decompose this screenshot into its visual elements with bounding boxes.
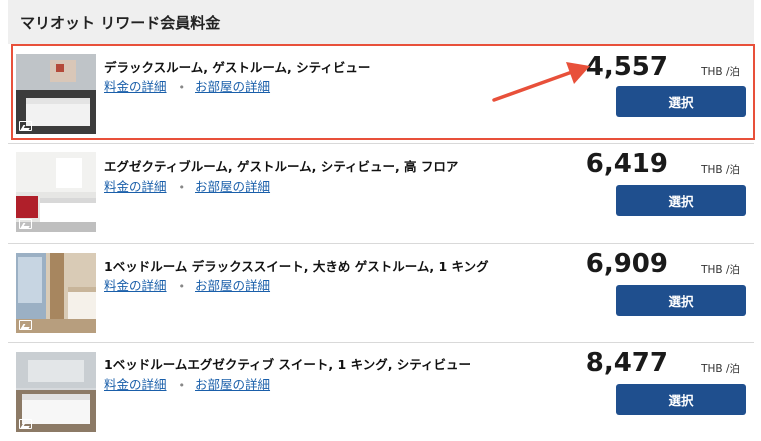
rates-panel: マリオット リワード会員料金 デラックスルーム, ゲストルーム, シティビュー … [8, 0, 755, 441]
gallery-icon[interactable] [19, 219, 32, 229]
gallery-icon[interactable] [19, 121, 32, 131]
room-details-link[interactable]: お部屋の詳細 [195, 377, 270, 392]
room-name: デラックスルーム, ゲストルーム, シティビュー [104, 60, 371, 75]
room-photo[interactable] [16, 54, 96, 134]
gallery-icon[interactable] [19, 419, 32, 429]
room-photo[interactable] [16, 253, 96, 333]
rate-details-link[interactable]: 料金の詳細 [104, 278, 167, 293]
select-button[interactable]: 選択 [616, 384, 746, 415]
room-row: デラックスルーム, ゲストルーム, シティビュー 料金の詳細 • お部屋の詳細 4,… [8, 44, 754, 142]
room-name: 1ベッドルームエグゼクティブ スイート, 1 キング, シティビュー [104, 357, 472, 372]
rates-header: マリオット リワード会員料金 [8, 0, 754, 45]
separator-dot: • [178, 181, 186, 194]
price-unit: THB /泊 [701, 363, 740, 375]
price: 8,477 [585, 348, 668, 378]
room-row: エグゼクティブルーム, ゲストルーム, シティビュー, 高 フロア 料金の詳細 •… [8, 143, 754, 242]
room-row: 1ベッドルームエグゼクティブ スイート, 1 キング, シティビュー 料金の詳細… [8, 342, 754, 441]
room-links: 料金の詳細 • お部屋の詳細 [104, 374, 270, 393]
room-links: 料金の詳細 • お部屋の詳細 [104, 176, 270, 195]
price: 6,909 [585, 249, 668, 279]
separator-dot: • [178, 81, 186, 94]
section-title: マリオット リワード会員料金 [20, 14, 221, 32]
price: 6,419 [585, 149, 668, 179]
separator-dot: • [178, 379, 186, 392]
room-name: エグゼクティブルーム, ゲストルーム, シティビュー, 高 フロア [104, 159, 459, 174]
select-button[interactable]: 選択 [616, 285, 746, 316]
select-button[interactable]: 選択 [616, 185, 746, 216]
room-photo[interactable] [16, 152, 96, 232]
room-links: 料金の詳細 • お部屋の詳細 [104, 275, 270, 294]
room-details-link[interactable]: お部屋の詳細 [195, 79, 270, 94]
price-unit: THB /泊 [701, 164, 740, 176]
select-button[interactable]: 選択 [616, 86, 746, 117]
price-unit: THB /泊 [701, 264, 740, 276]
arrow-icon [492, 62, 590, 102]
room-details-link[interactable]: お部屋の詳細 [195, 278, 270, 293]
gallery-icon[interactable] [19, 320, 32, 330]
separator-dot: • [178, 280, 186, 293]
room-name: 1ベッドルーム デラックススイート, 大きめ ゲストルーム, 1 キング [104, 259, 489, 274]
price-unit: THB /泊 [701, 66, 740, 78]
room-row: 1ベッドルーム デラックススイート, 大きめ ゲストルーム, 1 キング 料金の… [8, 243, 754, 342]
room-links: 料金の詳細 • お部屋の詳細 [104, 76, 270, 95]
rate-details-link[interactable]: 料金の詳細 [104, 179, 167, 194]
rate-details-link[interactable]: 料金の詳細 [104, 79, 167, 94]
room-details-link[interactable]: お部屋の詳細 [195, 179, 270, 194]
price: 4,557 [585, 52, 668, 82]
rate-details-link[interactable]: 料金の詳細 [104, 377, 167, 392]
room-photo[interactable] [16, 352, 96, 432]
